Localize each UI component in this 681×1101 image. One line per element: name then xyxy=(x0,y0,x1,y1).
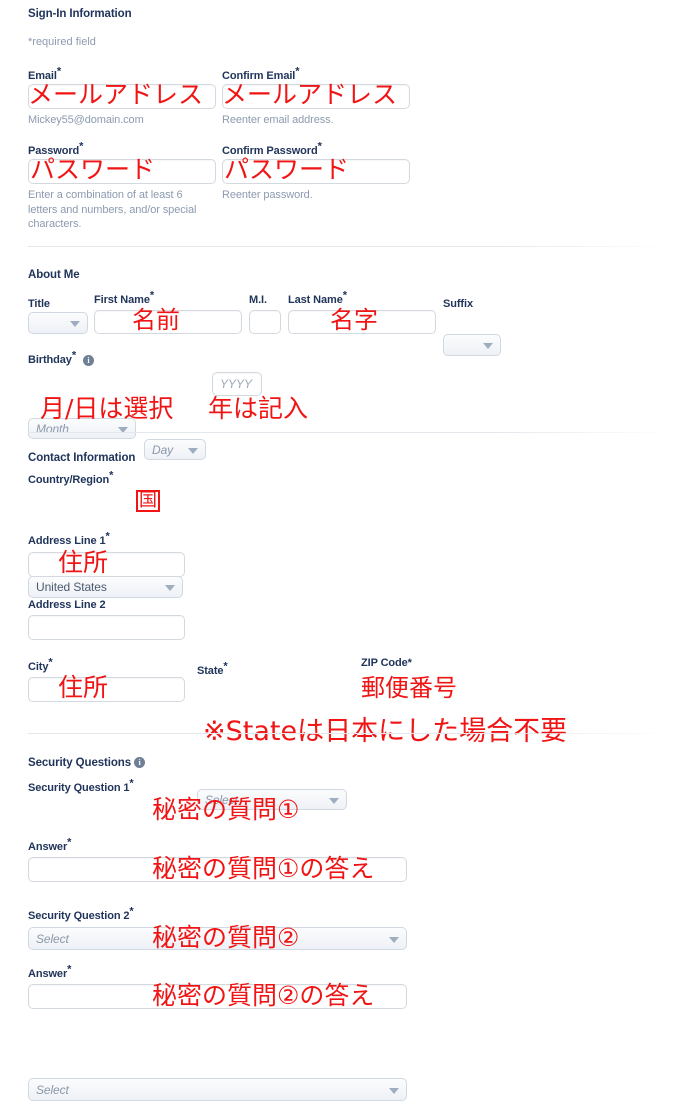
birthday-day-value: Day xyxy=(152,442,174,457)
country-label: Country/Region* xyxy=(28,470,113,486)
answer-1-label: Answer* xyxy=(28,837,71,853)
city-annotation: 住所 xyxy=(58,673,109,702)
confirm-password-annotation: パスワード xyxy=(224,155,350,184)
security-question-1-required-mark: * xyxy=(129,777,134,790)
security-question-2-label-text: Security Question 2 xyxy=(28,910,130,922)
answer-2-annotation: 秘密の質問②の答え xyxy=(152,981,375,1010)
state-note-annotation: ※Stateは日本にした場合不要 xyxy=(203,716,568,747)
security-question-1-label-text: Security Question 1 xyxy=(28,782,130,794)
email-annotation: メールアドレス xyxy=(28,80,204,109)
security-question-1-label: Security Question 1* xyxy=(28,778,134,794)
confirm-email-annotation: メールアドレス xyxy=(222,80,398,109)
birthday-required-mark: * xyxy=(71,349,77,362)
info-icon[interactable]: i xyxy=(134,757,146,769)
confirm-password-hint: Reenter password. xyxy=(222,189,313,201)
confirm-email-hint: Reenter email address. xyxy=(222,114,334,126)
state-label-text: State xyxy=(197,665,224,677)
country-annotation: 国 xyxy=(136,490,160,512)
zip-label: ZIP Code* xyxy=(361,657,412,669)
security-question-2-annotation: 秘密の質問② xyxy=(152,923,300,952)
address2-input[interactable] xyxy=(28,615,185,640)
signin-section-title: Sign-In Information xyxy=(28,8,132,20)
security-question-2-select[interactable]: Select xyxy=(28,1078,407,1101)
chevron-down-icon xyxy=(389,1087,399,1094)
state-required-mark: * xyxy=(223,660,228,673)
first-name-annotation: 名前 xyxy=(132,306,180,334)
chevron-down-icon xyxy=(329,797,339,804)
password-annotation: パスワード xyxy=(30,155,156,184)
city-label: City* xyxy=(28,657,53,673)
first-name-label-text: First Name xyxy=(94,294,150,306)
birthday-month-value: Month xyxy=(36,421,69,436)
chevron-down-icon xyxy=(70,321,80,327)
confirm-email-required-mark: * xyxy=(295,65,300,78)
birthday-label-text: Birthday xyxy=(28,354,72,366)
answer-2-label: Answer* xyxy=(28,964,71,980)
divider-after-about-me xyxy=(28,432,673,433)
chevron-down-icon xyxy=(483,343,493,349)
email-hint: Mickey55@domain.com xyxy=(28,114,144,126)
security-question-2-label: Security Question 2* xyxy=(28,906,134,922)
required-field-note: *required field xyxy=(28,36,96,48)
country-select[interactable]: United States xyxy=(28,576,183,598)
address2-label: Address Line 2 xyxy=(28,599,106,611)
security-section-title-text: Security Questions xyxy=(28,757,132,769)
security-question-2-required-mark: * xyxy=(129,905,134,918)
address1-required-mark: * xyxy=(105,530,110,543)
answer-2-required-mark: * xyxy=(67,963,72,976)
birthday-select-annotation: 月/日は選択 xyxy=(40,394,174,423)
city-label-text: City xyxy=(28,661,49,673)
security-question-1-value: Select xyxy=(36,931,69,946)
contact-section-title: Contact Information xyxy=(28,452,136,464)
suffix-select[interactable] xyxy=(443,334,501,356)
email-required-mark: * xyxy=(56,65,62,78)
birthday-type-annotation: 年は記入 xyxy=(208,394,309,423)
last-name-label-text: Last Name xyxy=(288,294,343,306)
birthday-label: Birthday* i xyxy=(28,350,94,366)
answer-1-annotation: 秘密の質問①の答え xyxy=(152,854,375,883)
chevron-down-icon xyxy=(188,447,198,454)
security-question-2-value: Select xyxy=(36,1082,69,1097)
password-required-mark: * xyxy=(79,140,84,153)
country-select-value: United States xyxy=(36,580,107,594)
middle-initial-input[interactable] xyxy=(249,310,281,334)
country-label-text: Country/Region xyxy=(28,474,110,486)
address1-label-text: Address Line 1 xyxy=(28,535,106,547)
middle-initial-label: M.I. xyxy=(249,294,267,306)
security-question-1-annotation: 秘密の質問① xyxy=(152,795,300,824)
country-required-mark: * xyxy=(109,469,114,482)
chevron-down-icon xyxy=(165,585,175,591)
last-name-annotation: 名字 xyxy=(330,306,378,334)
about-me-section-title: About Me xyxy=(28,269,80,281)
birthday-day-select[interactable]: Day xyxy=(144,439,206,460)
city-required-mark: * xyxy=(48,656,53,669)
answer-1-required-mark: * xyxy=(67,836,72,849)
birthday-year-input[interactable] xyxy=(212,372,262,396)
title-select[interactable] xyxy=(28,312,88,334)
answer-2-label-text: Answer xyxy=(28,968,68,980)
first-name-label: First Name* xyxy=(94,290,154,306)
address1-annotation: 住所 xyxy=(58,548,109,577)
answer-1-label-text: Answer xyxy=(28,841,68,853)
last-name-label: Last Name* xyxy=(288,290,347,306)
password-hint: Enter a combination of at least 6 letter… xyxy=(28,189,197,230)
last-name-required-mark: * xyxy=(342,289,347,302)
chevron-down-icon xyxy=(389,936,399,943)
first-name-required-mark: * xyxy=(149,289,155,302)
title-label: Title xyxy=(28,298,50,310)
state-label: State* xyxy=(197,661,228,677)
confirm-password-required-mark: * xyxy=(317,140,322,153)
zip-annotation: 郵便番号 xyxy=(361,674,457,702)
divider-after-signin xyxy=(28,246,673,247)
divider-after-contact xyxy=(28,733,673,734)
security-section-title: Security Questions i xyxy=(28,757,146,769)
suffix-label: Suffix xyxy=(443,298,473,310)
address1-label: Address Line 1* xyxy=(28,531,110,547)
info-icon[interactable]: i xyxy=(82,354,94,366)
